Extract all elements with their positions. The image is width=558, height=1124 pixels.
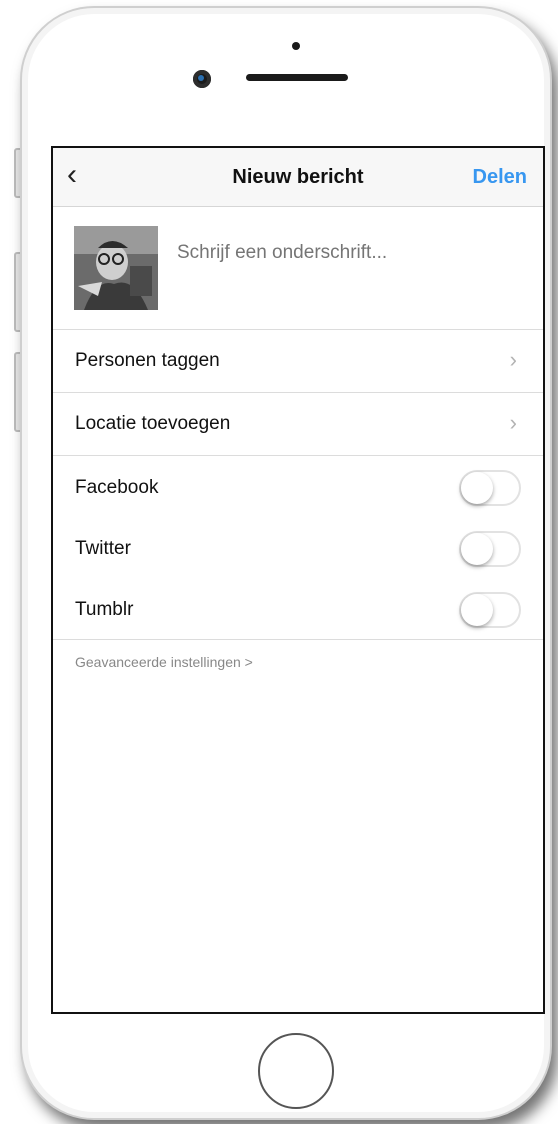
caption-input[interactable] xyxy=(175,241,519,265)
phone-screen: ‹ Nieuw bericht Delen Personen taggen › … xyxy=(51,146,545,1014)
home-button[interactable] xyxy=(258,1033,334,1109)
facebook-toggle[interactable] xyxy=(459,470,521,506)
tag-people-label: Personen taggen xyxy=(75,350,220,371)
add-location-row[interactable]: Locatie toevoegen › xyxy=(53,393,543,456)
chevron-right-icon: › xyxy=(509,347,517,372)
front-camera xyxy=(193,70,211,88)
toggle-knob xyxy=(461,472,493,504)
share-facebook-row: Facebook xyxy=(53,456,543,517)
twitter-toggle[interactable] xyxy=(459,531,521,567)
advanced-settings-link[interactable]: Geavanceerde instellingen > xyxy=(53,639,543,670)
twitter-label: Twitter xyxy=(75,538,131,559)
share-twitter-row: Twitter xyxy=(53,517,543,578)
toggle-knob xyxy=(461,533,493,565)
page-title: Nieuw bericht xyxy=(232,166,364,188)
tag-people-row[interactable]: Personen taggen › xyxy=(53,330,543,393)
toggle-knob xyxy=(461,594,493,626)
tumblr-label: Tumblr xyxy=(75,599,134,620)
chevron-right-icon: › xyxy=(509,410,517,435)
compose-section xyxy=(53,207,543,330)
share-button[interactable]: Delen xyxy=(473,166,527,189)
earpiece-speaker xyxy=(246,74,348,81)
navigation-bar: ‹ Nieuw bericht Delen xyxy=(53,148,543,207)
post-thumbnail xyxy=(74,226,158,310)
add-location-label: Locatie toevoegen xyxy=(75,413,231,434)
tumblr-toggle[interactable] xyxy=(459,592,521,628)
facebook-label: Facebook xyxy=(75,477,159,498)
proximity-sensor xyxy=(292,42,300,50)
share-tumblr-row: Tumblr xyxy=(53,578,543,639)
